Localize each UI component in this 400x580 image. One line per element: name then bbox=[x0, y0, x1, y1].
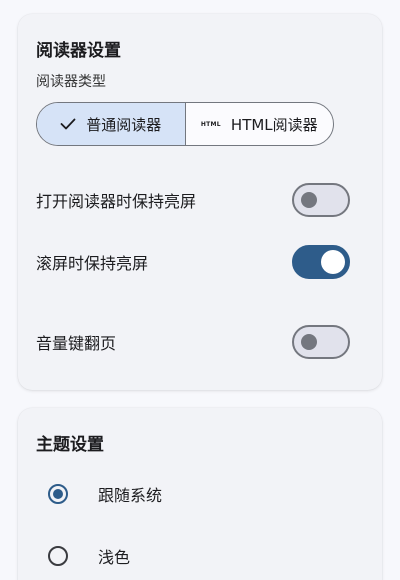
html-icon: HTML bbox=[200, 120, 221, 128]
reader-type-segmented-control: 普通阅读器 HTML HTML阅读器 bbox=[36, 102, 334, 146]
radio-button-light[interactable] bbox=[48, 546, 68, 566]
volume-key-page-turn-switch[interactable] bbox=[292, 325, 350, 359]
theme-settings-title: 主题设置 bbox=[36, 435, 104, 455]
toggle-row-volume-key-page-turn[interactable]: 音量键翻页 bbox=[18, 322, 382, 362]
reader-type-label: 阅读器类型 bbox=[36, 74, 106, 90]
toggle-row-keep-screen-on-open[interactable]: 打开阅读器时保持亮屏 bbox=[18, 180, 382, 220]
radio-button-follow-system[interactable] bbox=[48, 484, 68, 504]
segment-html-reader[interactable]: HTML HTML阅读器 bbox=[184, 103, 334, 145]
theme-option-follow-system[interactable]: 跟随系统 bbox=[18, 474, 382, 514]
reader-settings-card: 阅读器设置 阅读器类型 普通阅读器 HTML HTML阅读器 打开阅读器时保持亮… bbox=[18, 14, 382, 390]
segment-html-reader-label: HTML阅读器 bbox=[230, 115, 318, 134]
check-icon bbox=[60, 118, 76, 130]
switch-knob bbox=[301, 192, 317, 208]
keep-screen-on-open-switch[interactable] bbox=[292, 183, 350, 217]
reader-settings-title: 阅读器设置 bbox=[36, 41, 121, 61]
keep-screen-on-scroll-switch[interactable] bbox=[292, 245, 350, 279]
switch-knob bbox=[301, 334, 317, 350]
toggle-label-keep-screen-on-open: 打开阅读器时保持亮屏 bbox=[36, 192, 197, 211]
theme-option-light[interactable]: 浅色 bbox=[18, 536, 382, 576]
theme-option-light-label: 浅色 bbox=[98, 548, 131, 567]
toggle-label-volume-key-page-turn: 音量键翻页 bbox=[36, 334, 117, 353]
toggle-label-keep-screen-on-scroll: 滚屏时保持亮屏 bbox=[36, 254, 149, 273]
segment-normal-reader-label: 普通阅读器 bbox=[86, 115, 162, 134]
segment-normal-reader[interactable]: 普通阅读器 bbox=[37, 103, 185, 145]
switch-knob bbox=[321, 250, 345, 274]
toggle-row-keep-screen-on-scroll[interactable]: 滚屏时保持亮屏 bbox=[18, 242, 382, 282]
theme-option-follow-system-label: 跟随系统 bbox=[98, 486, 163, 505]
theme-settings-card: 主题设置 跟随系统 浅色 bbox=[18, 408, 382, 580]
